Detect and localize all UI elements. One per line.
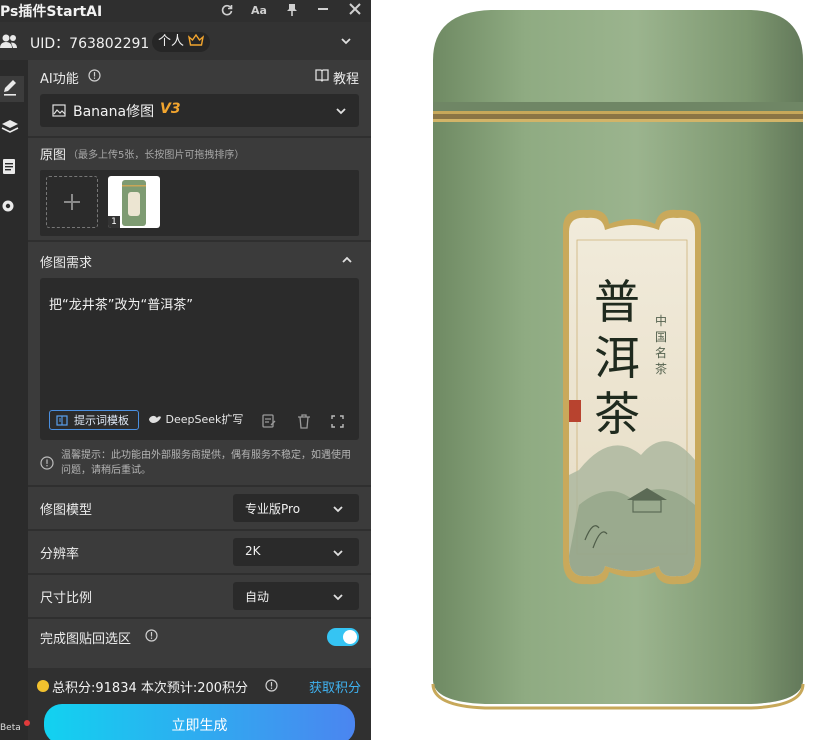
- aspect-select[interactable]: 自动: [233, 582, 359, 610]
- plan-badge: 个人: [152, 32, 211, 52]
- svg-text:中: 中: [655, 313, 667, 328]
- info-icon[interactable]: [265, 679, 278, 692]
- coin-icon: [37, 680, 49, 692]
- prompt-textarea[interactable]: 把“龙井茶”改为“普洱茶” 提示词模板 DeepSeek扩写: [40, 278, 359, 440]
- crown-icon: [188, 33, 205, 46]
- aspect-row: 尺寸比例 自动: [28, 575, 371, 617]
- deepseek-label: DeepSeek扩写: [165, 413, 244, 426]
- points-summary: 总积分:91834 本次预计:200积分: [52, 681, 249, 696]
- template-icon: [56, 415, 68, 426]
- chevron-down-icon: [336, 108, 346, 115]
- side-rail: [0, 60, 28, 740]
- minimize-icon[interactable]: [315, 3, 331, 19]
- chevron-down-icon: [333, 594, 343, 601]
- model-row: 修图模型 专业版Pro: [28, 487, 371, 529]
- title-bar: Ps插件StartAI Aa: [0, 0, 371, 22]
- window-title: Ps插件StartAI: [0, 4, 103, 20]
- chevron-up-icon[interactable]: [342, 255, 352, 265]
- resolution-value: 2K: [245, 544, 261, 558]
- plan-badge-label: 个人: [158, 34, 185, 49]
- ai-tool-select[interactable]: Banana修图 V3: [40, 94, 359, 127]
- refresh-icon[interactable]: [219, 3, 235, 19]
- tutorial-link[interactable]: 教程: [333, 68, 359, 87]
- thumbnail-index: 1: [108, 216, 120, 228]
- edit-tool-icon[interactable]: [0, 76, 24, 102]
- service-notice: 温馨提示：此功能由外部服务商提供，偶有服务不稳定，如遇使用问题，请稍后重试。: [61, 450, 351, 476]
- book-icon[interactable]: [315, 69, 329, 82]
- aspect-value: 自动: [245, 590, 270, 604]
- clipboard-icon[interactable]: [261, 413, 277, 429]
- paste-back-label: 完成图贴回选区: [40, 632, 132, 647]
- template-label: 提示词模板: [74, 414, 129, 427]
- font-size-icon[interactable]: Aa: [251, 3, 267, 19]
- notice-info-icon: [40, 456, 54, 470]
- ai-function-label: AI功能: [40, 72, 79, 87]
- beta-text: Beta: [0, 723, 21, 733]
- user-bar: UID：763802291 个人: [0, 22, 371, 60]
- model-label: 修图模型: [40, 503, 93, 518]
- paste-back-row: 完成图贴回选区: [28, 619, 371, 661]
- generate-button[interactable]: 立即生成: [44, 704, 355, 740]
- plus-icon: [64, 194, 80, 210]
- main-content: AI功能 教程 Banana修图 V3 原图 （最多上传5张，长按图片可拖拽排序…: [28, 60, 371, 740]
- tea-tin-illustration: 普 洱 茶 中 国 名 茶: [431, 10, 805, 710]
- info-icon[interactable]: [88, 69, 101, 82]
- prompt-template-button[interactable]: 提示词模板: [49, 410, 139, 430]
- canvas-image: 普 洱 茶 中 国 名 茶: [371, 0, 817, 740]
- chevron-down-icon[interactable]: [341, 36, 351, 46]
- deepseek-expand-button[interactable]: DeepSeek扩写: [148, 410, 243, 430]
- delete-icon[interactable]: [297, 414, 311, 429]
- model-select[interactable]: 专业版Pro: [233, 494, 359, 522]
- selected-tool-label: Banana修图: [73, 104, 155, 120]
- users-icon: [0, 32, 18, 50]
- tin-title-top: 普: [594, 275, 640, 329]
- resolution-row: 分辨率 2K: [28, 531, 371, 573]
- original-label: 原图: [40, 148, 67, 163]
- document-icon[interactable]: [0, 156, 24, 180]
- image-thumbnail[interactable]: 1: [108, 176, 160, 228]
- divider: [28, 136, 371, 138]
- close-icon[interactable]: [347, 3, 363, 19]
- upload-area: 1: [40, 170, 359, 236]
- model-value: 专业版Pro: [245, 502, 301, 516]
- resolution-select[interactable]: 2K: [233, 538, 359, 566]
- uid-label: UID：763802291: [30, 36, 150, 52]
- toggle-knob: [343, 630, 357, 644]
- beta-label: Beta: [0, 720, 30, 733]
- divider: [28, 240, 371, 242]
- generate-label: 立即生成: [171, 718, 228, 734]
- prompt-text: 把“龙井茶”改为“普洱茶”: [49, 298, 193, 313]
- layers-icon[interactable]: [0, 116, 24, 140]
- original-hint: （最多上传5张，长按图片可拖拽排序）: [68, 150, 245, 161]
- chevron-down-icon: [333, 550, 343, 557]
- paste-back-toggle[interactable]: [327, 628, 359, 646]
- chevron-down-icon: [333, 506, 343, 513]
- settings-gear-icon[interactable]: [0, 196, 24, 220]
- info-icon[interactable]: [145, 629, 158, 642]
- get-points-link[interactable]: 获取积分: [309, 677, 361, 696]
- version-tag: V3: [160, 101, 181, 117]
- svg-text:名: 名: [655, 345, 667, 360]
- fullscreen-icon[interactable]: [331, 415, 344, 428]
- deepseek-icon: [149, 415, 161, 423]
- footer-bar: 总积分:91834 本次预计:200积分 获取积分 立即生成: [28, 668, 371, 740]
- resolution-label: 分辨率: [40, 547, 80, 562]
- tin-title-mid: 洱: [594, 331, 640, 385]
- add-image-button[interactable]: [46, 176, 98, 228]
- aspect-label: 尺寸比例: [40, 591, 93, 606]
- pin-icon[interactable]: [284, 3, 300, 19]
- tin-title-bottom: 茶: [594, 387, 640, 441]
- edit-request-label: 修图需求: [40, 256, 93, 271]
- plugin-panel: Ps插件StartAI Aa UID：763802291 个人 AI功能 教程 …: [0, 0, 371, 740]
- svg-text:茶: 茶: [655, 361, 667, 376]
- beta-dot: [23, 720, 30, 726]
- svg-text:国: 国: [655, 330, 667, 344]
- image-edit-icon: [52, 104, 66, 117]
